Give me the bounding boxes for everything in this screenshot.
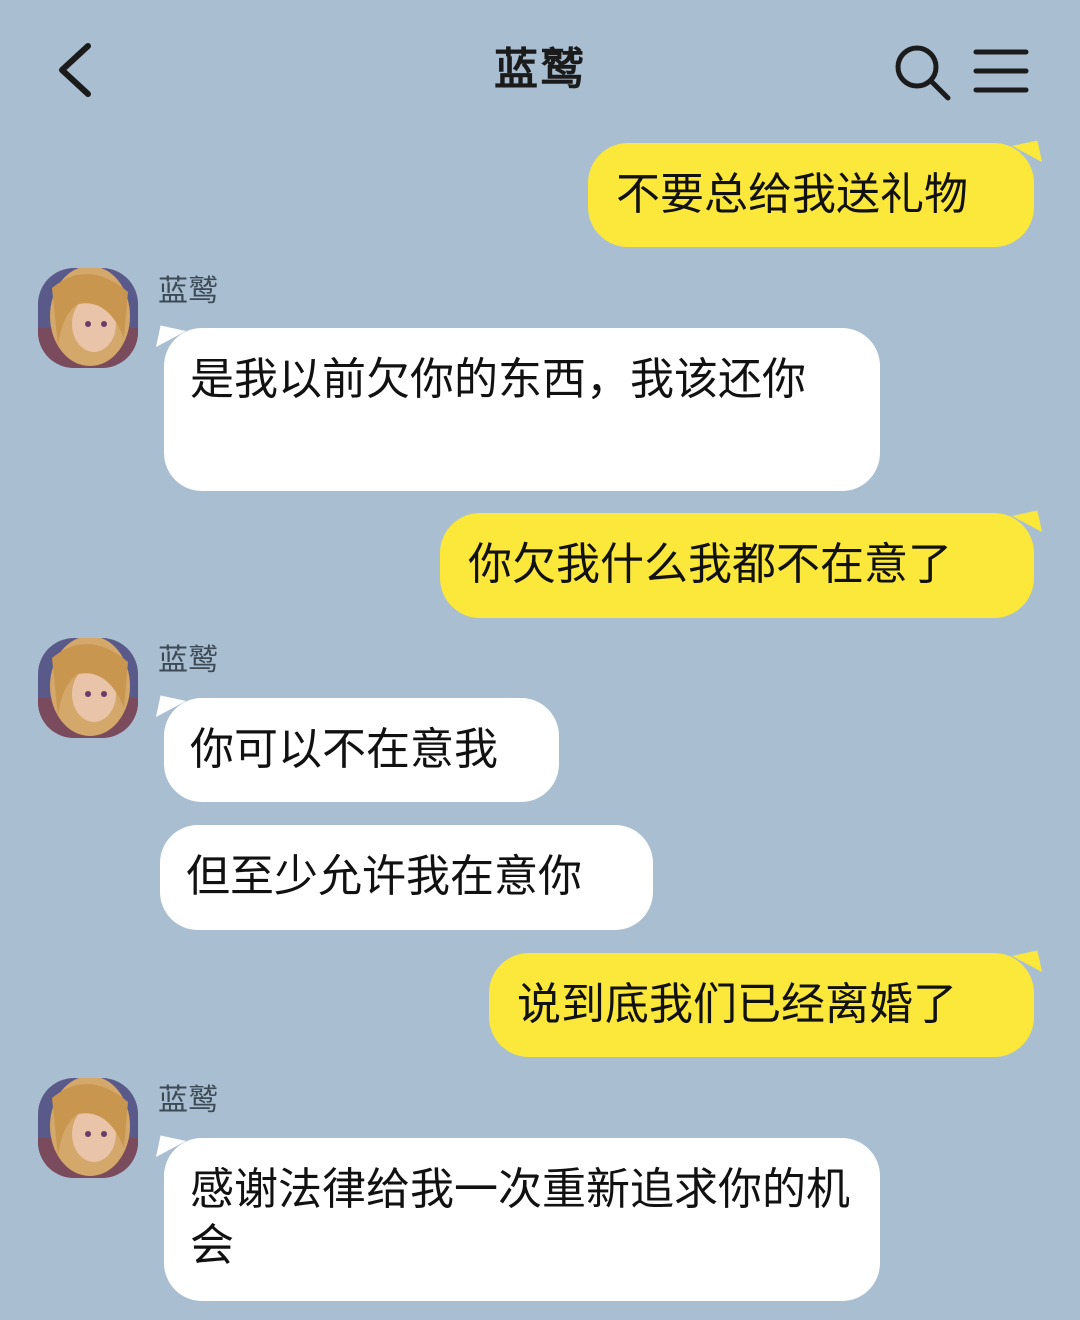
avatar-image	[38, 268, 138, 368]
chat-header: 蓝鹫	[0, 0, 1080, 140]
sender-name: 蓝鹫	[158, 1083, 218, 1118]
avatar-image	[38, 638, 138, 738]
chat-title: 蓝鹫	[494, 44, 586, 95]
incoming-message[interactable]: 感谢法律给我一次重新追求你的机会	[155, 1135, 880, 1301]
message-text: 说到底我们已经离婚了	[517, 979, 957, 1030]
message-text: 是我以前欠你的东西，我该还你	[190, 354, 806, 405]
message-text: 感谢法律给我一次重新追求你的机会	[190, 1164, 850, 1271]
message-text: 不要总给我送礼物	[616, 169, 968, 220]
outgoing-message[interactable]: 你欠我什么我都不在意了	[440, 510, 1043, 618]
incoming-message[interactable]: 是我以前欠你的东西，我该还你	[155, 325, 880, 491]
hamburger-menu-icon[interactable]	[972, 44, 1030, 98]
incoming-message[interactable]: 你可以不在意我	[155, 695, 559, 802]
message-text: 但至少允许我在意你	[186, 851, 582, 902]
outgoing-message[interactable]: 说到底我们已经离婚了	[489, 950, 1043, 1057]
sender-name: 蓝鹫	[158, 643, 218, 678]
avatar[interactable]	[38, 638, 138, 738]
search-icon[interactable]	[890, 40, 954, 104]
chevron-left-icon[interactable]	[52, 40, 100, 100]
message-text: 你可以不在意我	[190, 724, 498, 775]
avatar-image	[38, 1078, 138, 1178]
message-text: 你欠我什么我都不在意了	[468, 539, 952, 590]
avatar[interactable]	[38, 268, 138, 368]
avatar[interactable]	[38, 1078, 138, 1178]
sender-name: 蓝鹫	[158, 274, 218, 309]
outgoing-message[interactable]: 不要总给我送礼物	[588, 140, 1043, 247]
incoming-message[interactable]: 但至少允许我在意你	[160, 825, 653, 930]
